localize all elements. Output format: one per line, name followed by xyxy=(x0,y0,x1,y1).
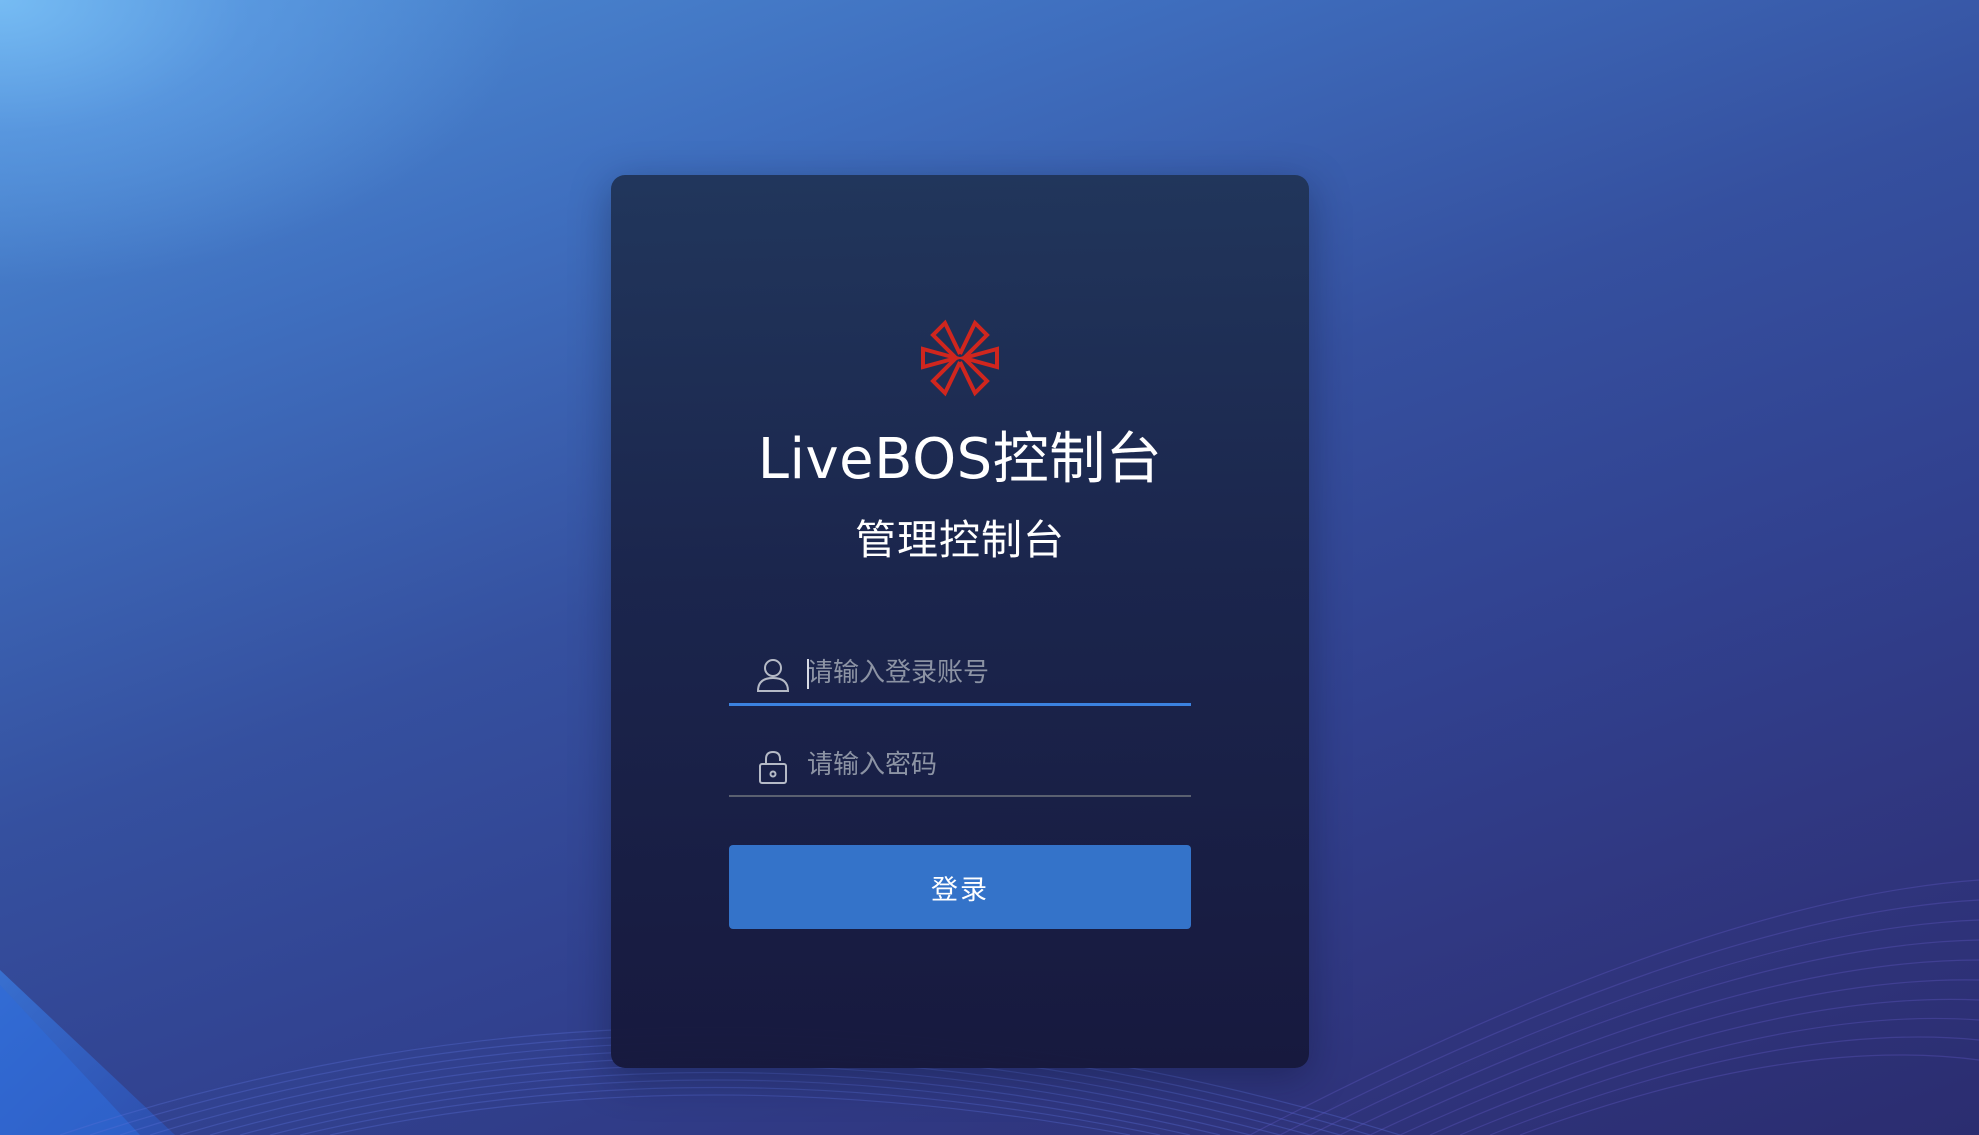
text-caret xyxy=(807,659,809,689)
login-button[interactable]: 登录 xyxy=(729,845,1191,929)
user-icon xyxy=(756,659,790,692)
page-subtitle: 管理控制台 xyxy=(855,516,1065,564)
lock-icon xyxy=(759,750,787,784)
account-field xyxy=(729,645,1191,706)
password-field xyxy=(729,737,1191,797)
login-card: LiveBOS控制台 管理控制台 登录 xyxy=(611,175,1309,1068)
account-input[interactable] xyxy=(807,651,1177,695)
password-input[interactable] xyxy=(807,743,1177,787)
page-title: LiveBOS控制台 xyxy=(757,427,1163,492)
livebos-logo-icon xyxy=(921,319,999,397)
